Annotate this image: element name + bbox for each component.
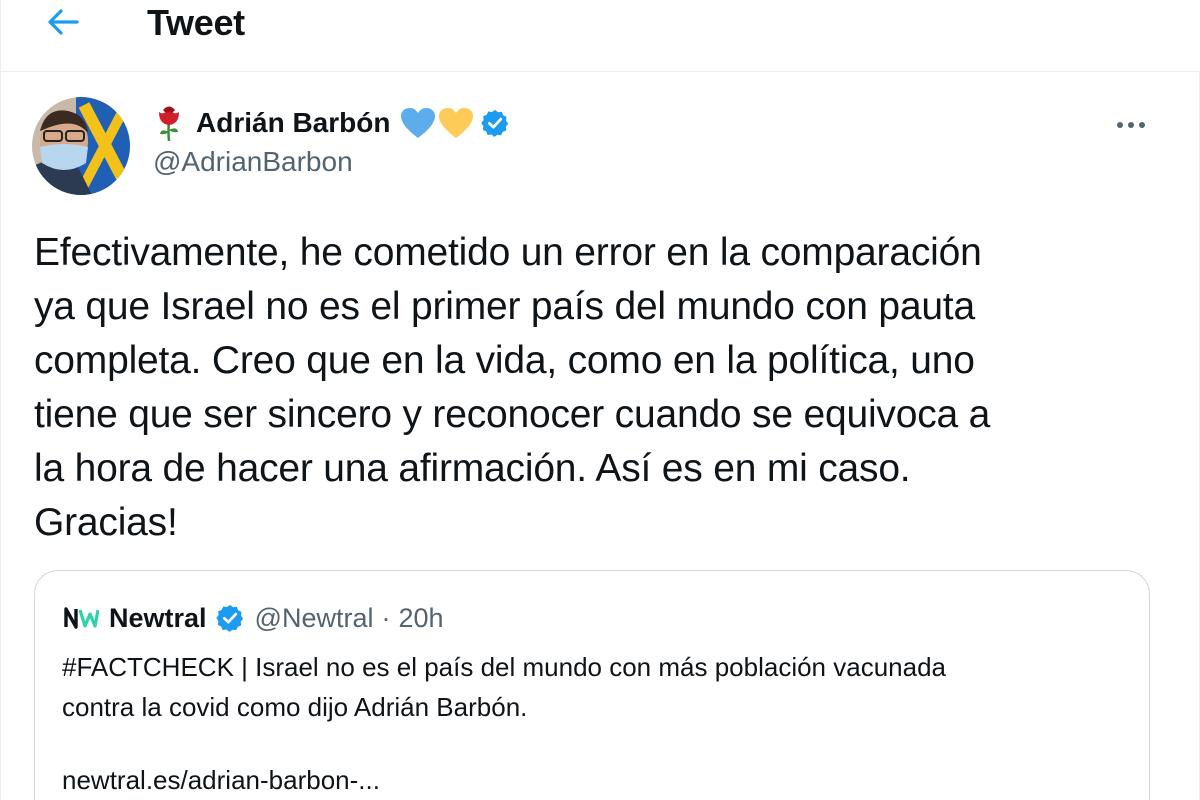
quoted-tweet-header: Newtral @Newtral · 20h	[63, 601, 444, 635]
tweet-text-line: la hora de hacer una afirmación. Así es …	[34, 447, 911, 490]
verified-badge-icon	[215, 604, 243, 632]
author-name: Adrián Barbón	[196, 107, 391, 138]
quoted-text-line: contra la covid como dijo Adrián Barbón.	[62, 692, 528, 722]
arrow-left-icon	[48, 9, 79, 35]
more-horizontal-icon	[1117, 122, 1145, 128]
tweet-text-line: completa. Creo que en la vida, como en l…	[34, 339, 975, 382]
quoted-link[interactable]: newtral.es/adrian-barbon-...	[62, 765, 380, 796]
author-handle[interactable]: @AdrianBarbon	[153, 146, 353, 178]
top-bar: Tweet	[1, 0, 1200, 72]
avatar-image	[32, 97, 130, 195]
back-button[interactable]	[35, 0, 91, 44]
quoted-author-name: Newtral	[109, 602, 207, 633]
tweet-text: Efectivamente, he cometido un error en l…	[34, 226, 1144, 550]
tweet-page: Tweet Adrián Barbón @AdrianBarbon Efecti…	[0, 0, 1200, 800]
tweet-text-line: tiene que ser sincero y reconocer cuando…	[34, 393, 991, 436]
page-title: Tweet	[147, 2, 245, 43]
more-options-button[interactable]	[1111, 110, 1151, 140]
newtral-logo-icon	[63, 602, 99, 634]
blue-heart-icon	[401, 108, 436, 138]
quoted-tweet-text: #FACTCHECK | Israel no es el país del mu…	[62, 647, 1122, 727]
author-name-row[interactable]: Adrián Barbón	[156, 103, 510, 143]
quoted-text-line: #FACTCHECK | Israel no es el país del mu…	[62, 652, 946, 682]
tweet-text-line: Efectivamente, he cometido un error en l…	[34, 231, 982, 274]
separator-dot: ·	[381, 602, 391, 633]
quoted-tweet-card[interactable]: Newtral @Newtral · 20h #FACTCHECK | Isra…	[34, 570, 1150, 800]
tweet-text-line: Gracias!	[34, 501, 178, 544]
rose-icon	[159, 106, 179, 142]
avatar[interactable]	[32, 97, 130, 195]
tweet-text-line: ya que Israel no es el primer país del m…	[34, 285, 975, 328]
quoted-timestamp[interactable]: 20h	[398, 603, 443, 634]
verified-badge-icon	[481, 109, 509, 137]
quoted-author-handle: @Newtral	[254, 602, 374, 633]
yellow-heart-icon	[439, 108, 474, 138]
